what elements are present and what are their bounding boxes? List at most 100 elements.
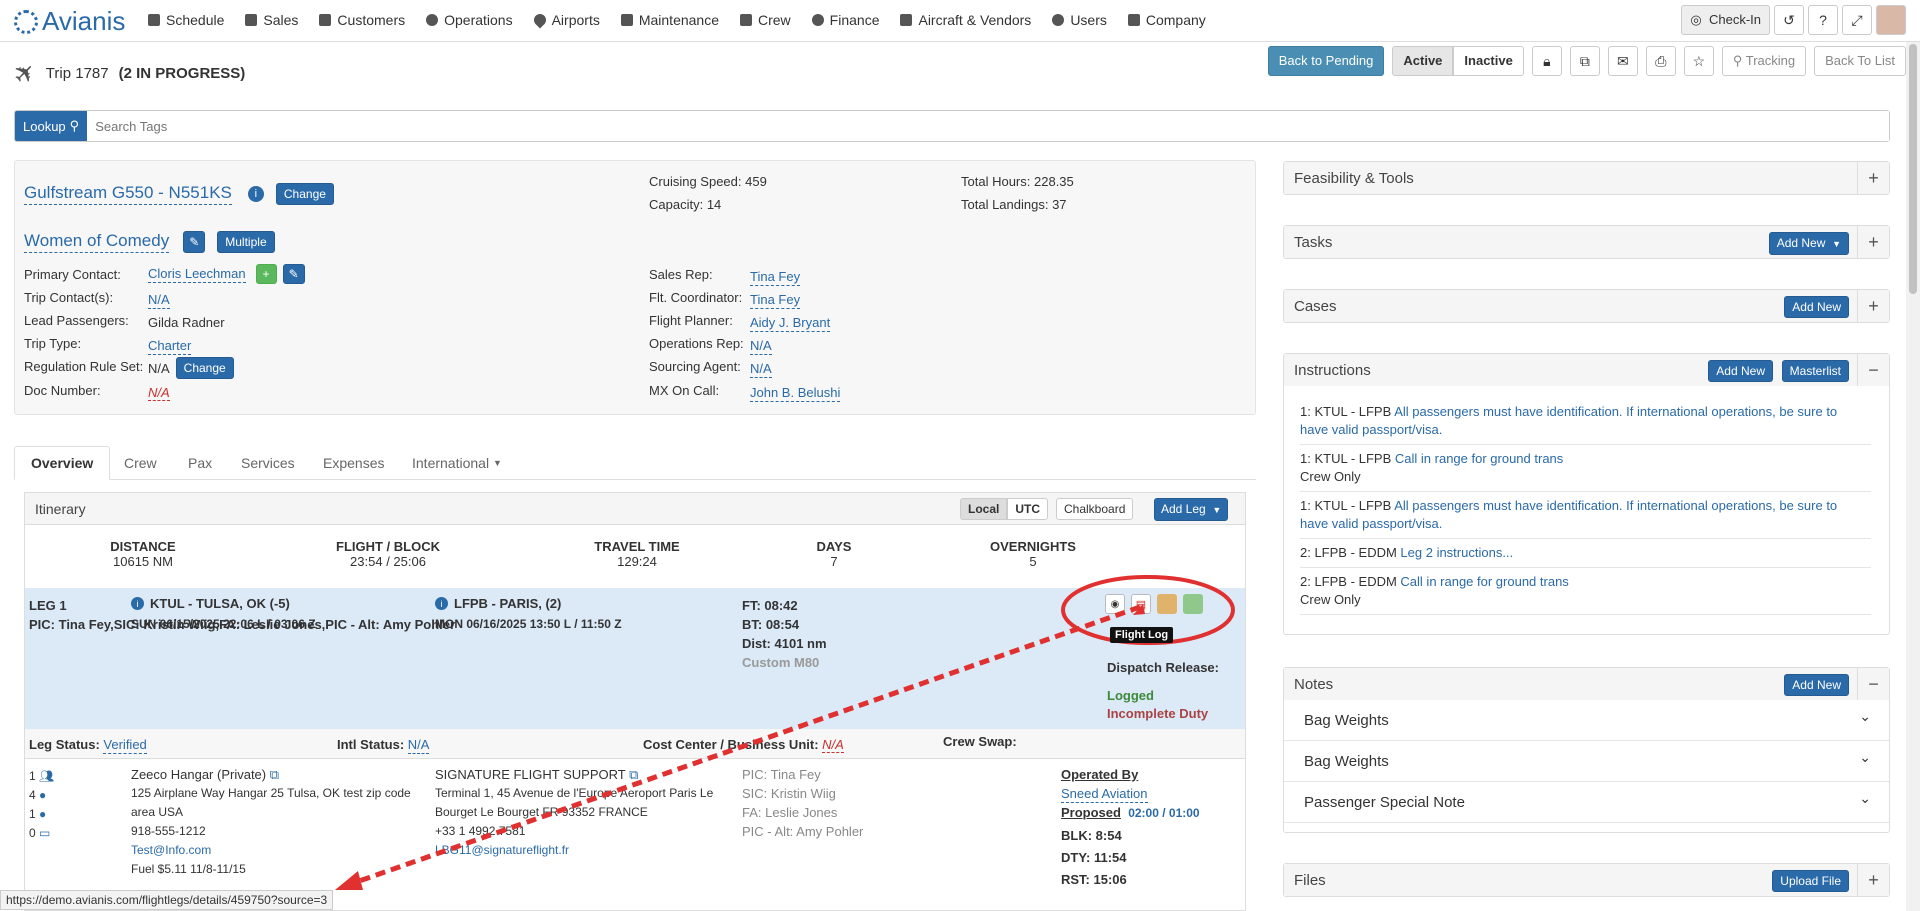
status-orange-icon[interactable] bbox=[1157, 594, 1177, 614]
note-item[interactable]: Passenger Special Note ⌄ bbox=[1284, 782, 1889, 823]
chalkboard-button[interactable]: Chalkboard bbox=[1056, 498, 1134, 520]
info-icon[interactable]: i bbox=[435, 597, 448, 610]
masterlist-button[interactable]: Masterlist bbox=[1781, 360, 1849, 382]
instruction-code: 1: KTUL - LFPB bbox=[1300, 451, 1392, 466]
nav-airports[interactable]: Airports bbox=[531, 11, 600, 29]
collapse-minus-icon[interactable]: − bbox=[1857, 354, 1889, 386]
sourcing-link[interactable]: N/A bbox=[750, 361, 772, 378]
checkin-button[interactable]: ◎ Check-In bbox=[1681, 5, 1770, 35]
trip-type-link[interactable]: Charter bbox=[148, 338, 192, 355]
trip-contacts-link[interactable]: N/A bbox=[148, 292, 170, 309]
coordinator-link[interactable]: Tina Fey bbox=[750, 292, 801, 309]
ops-rep-link[interactable]: N/A bbox=[750, 338, 772, 355]
inactive-toggle[interactable]: Inactive bbox=[1453, 46, 1524, 76]
tab-pax[interactable]: Pax bbox=[172, 446, 228, 480]
note-item[interactable]: Bag Weights ⌄ bbox=[1284, 741, 1889, 782]
nav-users[interactable]: Users bbox=[1052, 12, 1107, 28]
aircraft-link[interactable]: Gulfstream G550 - N551KS bbox=[24, 183, 232, 205]
tab-crew[interactable]: Crew bbox=[108, 446, 173, 480]
back-to-list-button[interactable]: Back To List bbox=[1814, 46, 1906, 76]
instruction-item[interactable]: 2: LFPB - EDDM Call in range for ground … bbox=[1300, 568, 1871, 615]
add-instruction-button[interactable]: Add New bbox=[1708, 360, 1773, 382]
change-regulation-button[interactable]: Change bbox=[175, 357, 234, 379]
scrollbar-thumb[interactable] bbox=[1909, 44, 1917, 294]
mx-link[interactable]: John B. Belushi bbox=[750, 385, 841, 402]
tab-services[interactable]: Services bbox=[225, 446, 311, 480]
add-note-button[interactable]: Add New bbox=[1784, 674, 1849, 696]
print-icon[interactable]: ⎙ bbox=[1645, 46, 1676, 76]
add-case-button[interactable]: Add New bbox=[1784, 296, 1849, 318]
expand-plus-icon[interactable]: + bbox=[1857, 226, 1889, 258]
external-link-icon[interactable]: ⧉ bbox=[270, 767, 279, 782]
add-leg-button[interactable]: Add Leg ▼ bbox=[1154, 498, 1229, 521]
avianis-logo[interactable]: Avianis bbox=[14, 6, 125, 37]
note-item[interactable]: Bag Weights ⌄ bbox=[1284, 700, 1889, 741]
trip-name-link[interactable]: Women of Comedy bbox=[24, 231, 170, 253]
lookup-button[interactable]: Lookup ⚲ bbox=[15, 111, 88, 141]
planner-link[interactable]: Aidy J. Bryant bbox=[750, 315, 831, 332]
sales-rep-link[interactable]: Tina Fey bbox=[750, 269, 801, 286]
leg-status-link[interactable]: Verified bbox=[103, 737, 147, 754]
tracking-button[interactable]: ⚲ Tracking bbox=[1721, 46, 1807, 76]
multiple-button[interactable]: Multiple bbox=[217, 231, 275, 253]
status-green-icon[interactable] bbox=[1183, 594, 1203, 614]
instruction-item[interactable]: 2: LFPB - EDDM Leg 2 instructions... bbox=[1300, 539, 1871, 568]
instruction-item[interactable]: 1: KTUL - LFPB All passengers must have … bbox=[1300, 398, 1871, 445]
envelope-icon[interactable]: ✉ bbox=[1607, 46, 1638, 76]
collapse-minus-icon[interactable]: − bbox=[1857, 668, 1889, 700]
copy-icon[interactable]: ⧉ bbox=[1569, 46, 1600, 76]
history-icon[interactable]: ↺ bbox=[1774, 5, 1804, 35]
change-aircraft-button[interactable]: Change bbox=[275, 183, 334, 205]
star-icon[interactable]: ☆ bbox=[1683, 46, 1714, 76]
lock-icon[interactable]: 🔒︎ bbox=[1531, 46, 1562, 76]
expand-plus-icon[interactable]: + bbox=[1857, 162, 1889, 194]
info-icon[interactable]: i bbox=[247, 186, 264, 202]
avatar[interactable] bbox=[1876, 5, 1906, 35]
add-task-button[interactable]: Add New ▼ bbox=[1768, 232, 1849, 255]
search-tags-input[interactable] bbox=[87, 111, 1889, 141]
nav-sales[interactable]: Sales bbox=[245, 12, 298, 28]
chevron-down-icon[interactable]: ⌄ bbox=[1859, 708, 1871, 725]
tab-expenses[interactable]: Expenses bbox=[307, 446, 400, 480]
doc-number-value[interactable]: N/A bbox=[148, 385, 170, 401]
fbo-email[interactable]: Test@Info.com bbox=[131, 841, 431, 860]
edit-contact-icon[interactable]: ✎ bbox=[282, 264, 305, 284]
primary-contact-link[interactable]: Cloris Leechman bbox=[148, 266, 246, 283]
fbo-email[interactable]: LBG11@signatureflight.fr bbox=[435, 841, 735, 860]
toggle-icon[interactable]: ◉ bbox=[1105, 594, 1125, 614]
info-icon[interactable]: i bbox=[131, 597, 144, 610]
chevron-down-icon[interactable]: ⌄ bbox=[1859, 749, 1871, 766]
nav-label: Airports bbox=[551, 12, 600, 28]
local-toggle[interactable]: Local bbox=[960, 498, 1008, 520]
nav-operations[interactable]: Operations bbox=[426, 12, 513, 28]
utc-toggle[interactable]: UTC bbox=[1007, 498, 1049, 520]
active-toggle[interactable]: Active bbox=[1392, 46, 1454, 76]
upload-file-button[interactable]: Upload File bbox=[1772, 870, 1849, 892]
leg-1-row[interactable]: LEG 1 PIC: Tina Fey,SIC: Kristin Wiig,FA… bbox=[25, 588, 1245, 729]
instruction-item[interactable]: 1: KTUL - LFPB All passengers must have … bbox=[1300, 492, 1871, 539]
operator-link[interactable]: Sneed Aviation bbox=[1061, 786, 1148, 803]
page-scrollbar[interactable] bbox=[1906, 42, 1920, 911]
flight-log-icon[interactable]: ▤ bbox=[1131, 594, 1151, 614]
add-contact-button[interactable]: + bbox=[255, 264, 277, 284]
nav-aircraft-vendors[interactable]: Aircraft & Vendors bbox=[900, 12, 1031, 28]
nav-crew[interactable]: Crew bbox=[740, 12, 791, 28]
tab-international[interactable]: International ▼ bbox=[396, 446, 518, 480]
expand-plus-icon[interactable]: + bbox=[1857, 864, 1889, 896]
expand-plus-icon[interactable]: + bbox=[1857, 290, 1889, 322]
help-icon[interactable]: ? bbox=[1808, 5, 1838, 35]
nav-finance[interactable]: Finance bbox=[811, 12, 879, 28]
expand-icon[interactable]: ⤢ bbox=[1842, 5, 1872, 35]
back-to-pending-button[interactable]: Back to Pending bbox=[1267, 46, 1385, 76]
nav-maintenance[interactable]: Maintenance bbox=[620, 12, 719, 28]
instruction-item[interactable]: 1: KTUL - LFPB Call in range for ground … bbox=[1300, 445, 1871, 492]
nav-schedule[interactable]: Schedule bbox=[148, 12, 224, 28]
chevron-down-icon[interactable]: ⌄ bbox=[1859, 790, 1871, 807]
tab-overview[interactable]: Overview bbox=[14, 446, 111, 480]
intl-status-link[interactable]: N/A bbox=[407, 737, 430, 754]
cost-center-value[interactable]: N/A bbox=[822, 737, 844, 753]
external-link-icon[interactable]: ⧉ bbox=[629, 767, 638, 782]
nav-customers[interactable]: Customers bbox=[319, 12, 405, 28]
edit-icon[interactable]: ✎ bbox=[183, 231, 206, 253]
nav-company[interactable]: Company bbox=[1127, 12, 1206, 28]
